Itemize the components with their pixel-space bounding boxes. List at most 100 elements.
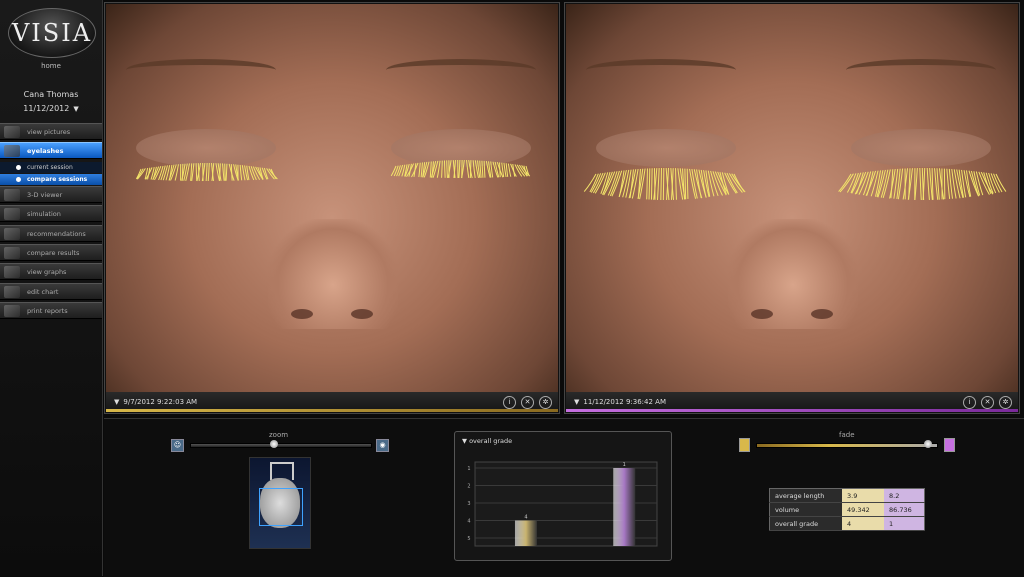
before-color-swatch[interactable] <box>739 438 750 452</box>
zoom-label: zoom <box>269 431 288 439</box>
chevron-down-icon[interactable]: ▼ <box>574 398 579 406</box>
overall-grade-label: overall grade <box>469 437 512 445</box>
bar-value-label: 1 <box>623 462 626 468</box>
y-tick-label: 4 <box>467 519 470 525</box>
3d-viewer-icon <box>4 189 20 201</box>
nose-shape <box>268 219 398 329</box>
radio-icon <box>16 165 21 170</box>
close-icon[interactable]: ✕ <box>521 396 534 409</box>
settings-icon[interactable]: ✲ <box>999 396 1012 409</box>
panel-accent-line <box>106 409 558 412</box>
eyelash-stroke <box>206 163 207 181</box>
face-photo-right[interactable] <box>566 4 1018 392</box>
info-icon[interactable]: i <box>503 396 516 409</box>
eyelash-stroke <box>927 168 929 200</box>
nav-item-label: compare results <box>27 249 79 257</box>
nose-shape <box>728 219 858 329</box>
eyelash-stroke <box>920 168 921 200</box>
overall-grade-chart: 1234541 <box>461 454 665 554</box>
nav-item-label: eyelashes <box>27 147 63 155</box>
nav-subitem-compare-sessions[interactable]: compare sessions <box>0 174 102 185</box>
chevron-down-icon: ▼ <box>73 105 78 113</box>
eyelash-stroke <box>991 173 999 192</box>
nav-item-eyelashes[interactable]: eyelashes <box>0 142 102 159</box>
eyelash-stroke <box>663 168 664 200</box>
graph-icon <box>4 266 20 278</box>
eyelash-stroke <box>208 163 209 181</box>
nav-menu: view pictures eyelashes current session … <box>0 123 102 322</box>
nav-item-compare-results[interactable]: compare results <box>0 244 102 261</box>
eyelash-stroke <box>685 169 686 200</box>
session-date-dropdown[interactable]: 11/12/2012▼ <box>0 104 102 113</box>
table-row: average length 3.9 8.2 <box>770 489 925 503</box>
table-row: overall grade 4 1 <box>770 517 925 531</box>
nav-item-view-pictures[interactable]: view pictures <box>0 123 102 140</box>
stat-label: volume <box>770 503 843 517</box>
eyelash-stroke <box>591 173 600 192</box>
eyelash-stroke <box>651 168 652 199</box>
eyelash-stroke <box>480 161 481 178</box>
eyelash-stroke <box>473 160 475 178</box>
panel-accent-line <box>566 409 1018 412</box>
eyelash-icon <box>4 145 20 157</box>
patient-name: Cana Thomas <box>0 90 102 99</box>
nav-item-recommendations[interactable]: recommendations <box>0 225 102 242</box>
camera-icon <box>4 126 20 138</box>
eyelash-stroke <box>191 163 192 181</box>
eyelash-stroke <box>840 174 853 192</box>
nav-item-edit-chart[interactable]: edit chart <box>0 283 102 300</box>
overall-grade-title[interactable]: ▼ overall grade <box>462 437 512 445</box>
zoom-in-icon[interactable]: ◉ <box>376 439 389 452</box>
nav-item-3d-viewer[interactable]: 3-D viewer <box>0 186 102 203</box>
table-row: volume 49.342 86.736 <box>770 503 925 517</box>
eyelash-stroke <box>500 162 501 177</box>
nav-item-print-reports[interactable]: print reports <box>0 302 102 319</box>
face-thumbnail-preview[interactable] <box>249 457 311 549</box>
eyelash-stroke <box>491 161 493 177</box>
eyelash-stroke <box>196 163 197 181</box>
eyelash-stroke <box>647 168 648 199</box>
nav-item-view-graphs[interactable]: view graphs <box>0 263 102 280</box>
eyelash-stroke <box>421 162 422 177</box>
compare-icon <box>4 247 20 259</box>
nav-item-label: recommendations <box>27 230 86 238</box>
zoom-slider[interactable] <box>190 443 372 448</box>
zoom-region-box[interactable] <box>259 488 303 526</box>
eyelash-overlay <box>566 4 1018 392</box>
zoom-slider-thumb[interactable] <box>270 440 278 448</box>
info-icon[interactable]: i <box>963 396 976 409</box>
bar-value-label: 4 <box>524 515 527 521</box>
home-link[interactable]: home <box>0 62 102 70</box>
nostril-shape <box>291 309 313 319</box>
eyelash-stroke <box>444 160 445 177</box>
zoom-out-icon[interactable]: ☺ <box>171 439 184 452</box>
chevron-down-icon[interactable]: ▼ <box>114 398 119 406</box>
eyelash-stroke <box>504 163 506 177</box>
settings-icon[interactable]: ✲ <box>539 396 552 409</box>
fade-slider-thumb[interactable] <box>924 440 932 448</box>
face-photo-left[interactable] <box>106 4 558 392</box>
nostril-shape <box>751 309 773 319</box>
grade-bar <box>613 468 635 546</box>
edit-chart-icon <box>4 286 20 298</box>
nostril-shape <box>811 309 833 319</box>
sidebar: VISIA home Cana Thomas 11/12/2012▼ view … <box>0 0 103 576</box>
eyelash-stroke <box>419 163 420 177</box>
eyelash-stroke <box>508 164 510 177</box>
fade-label: fade <box>839 431 855 439</box>
nav-subitem-current-session[interactable]: current session <box>0 162 102 173</box>
eyelash-stroke <box>226 164 227 181</box>
eyelash-stroke <box>687 169 688 199</box>
visia-logo[interactable]: VISIA <box>8 8 96 58</box>
eyelash-stroke <box>459 160 460 178</box>
nav-item-label: 3-D viewer <box>27 191 62 199</box>
nav-item-simulation[interactable]: simulation <box>0 205 102 222</box>
nostril-shape <box>351 309 373 319</box>
fade-slider[interactable] <box>756 443 938 448</box>
printer-icon <box>4 305 20 317</box>
close-icon[interactable]: ✕ <box>981 396 994 409</box>
eyelash-stroke <box>159 166 163 180</box>
eyelash-stroke <box>430 161 431 177</box>
eyelash-stroke <box>186 163 190 180</box>
after-color-swatch[interactable] <box>944 438 955 452</box>
